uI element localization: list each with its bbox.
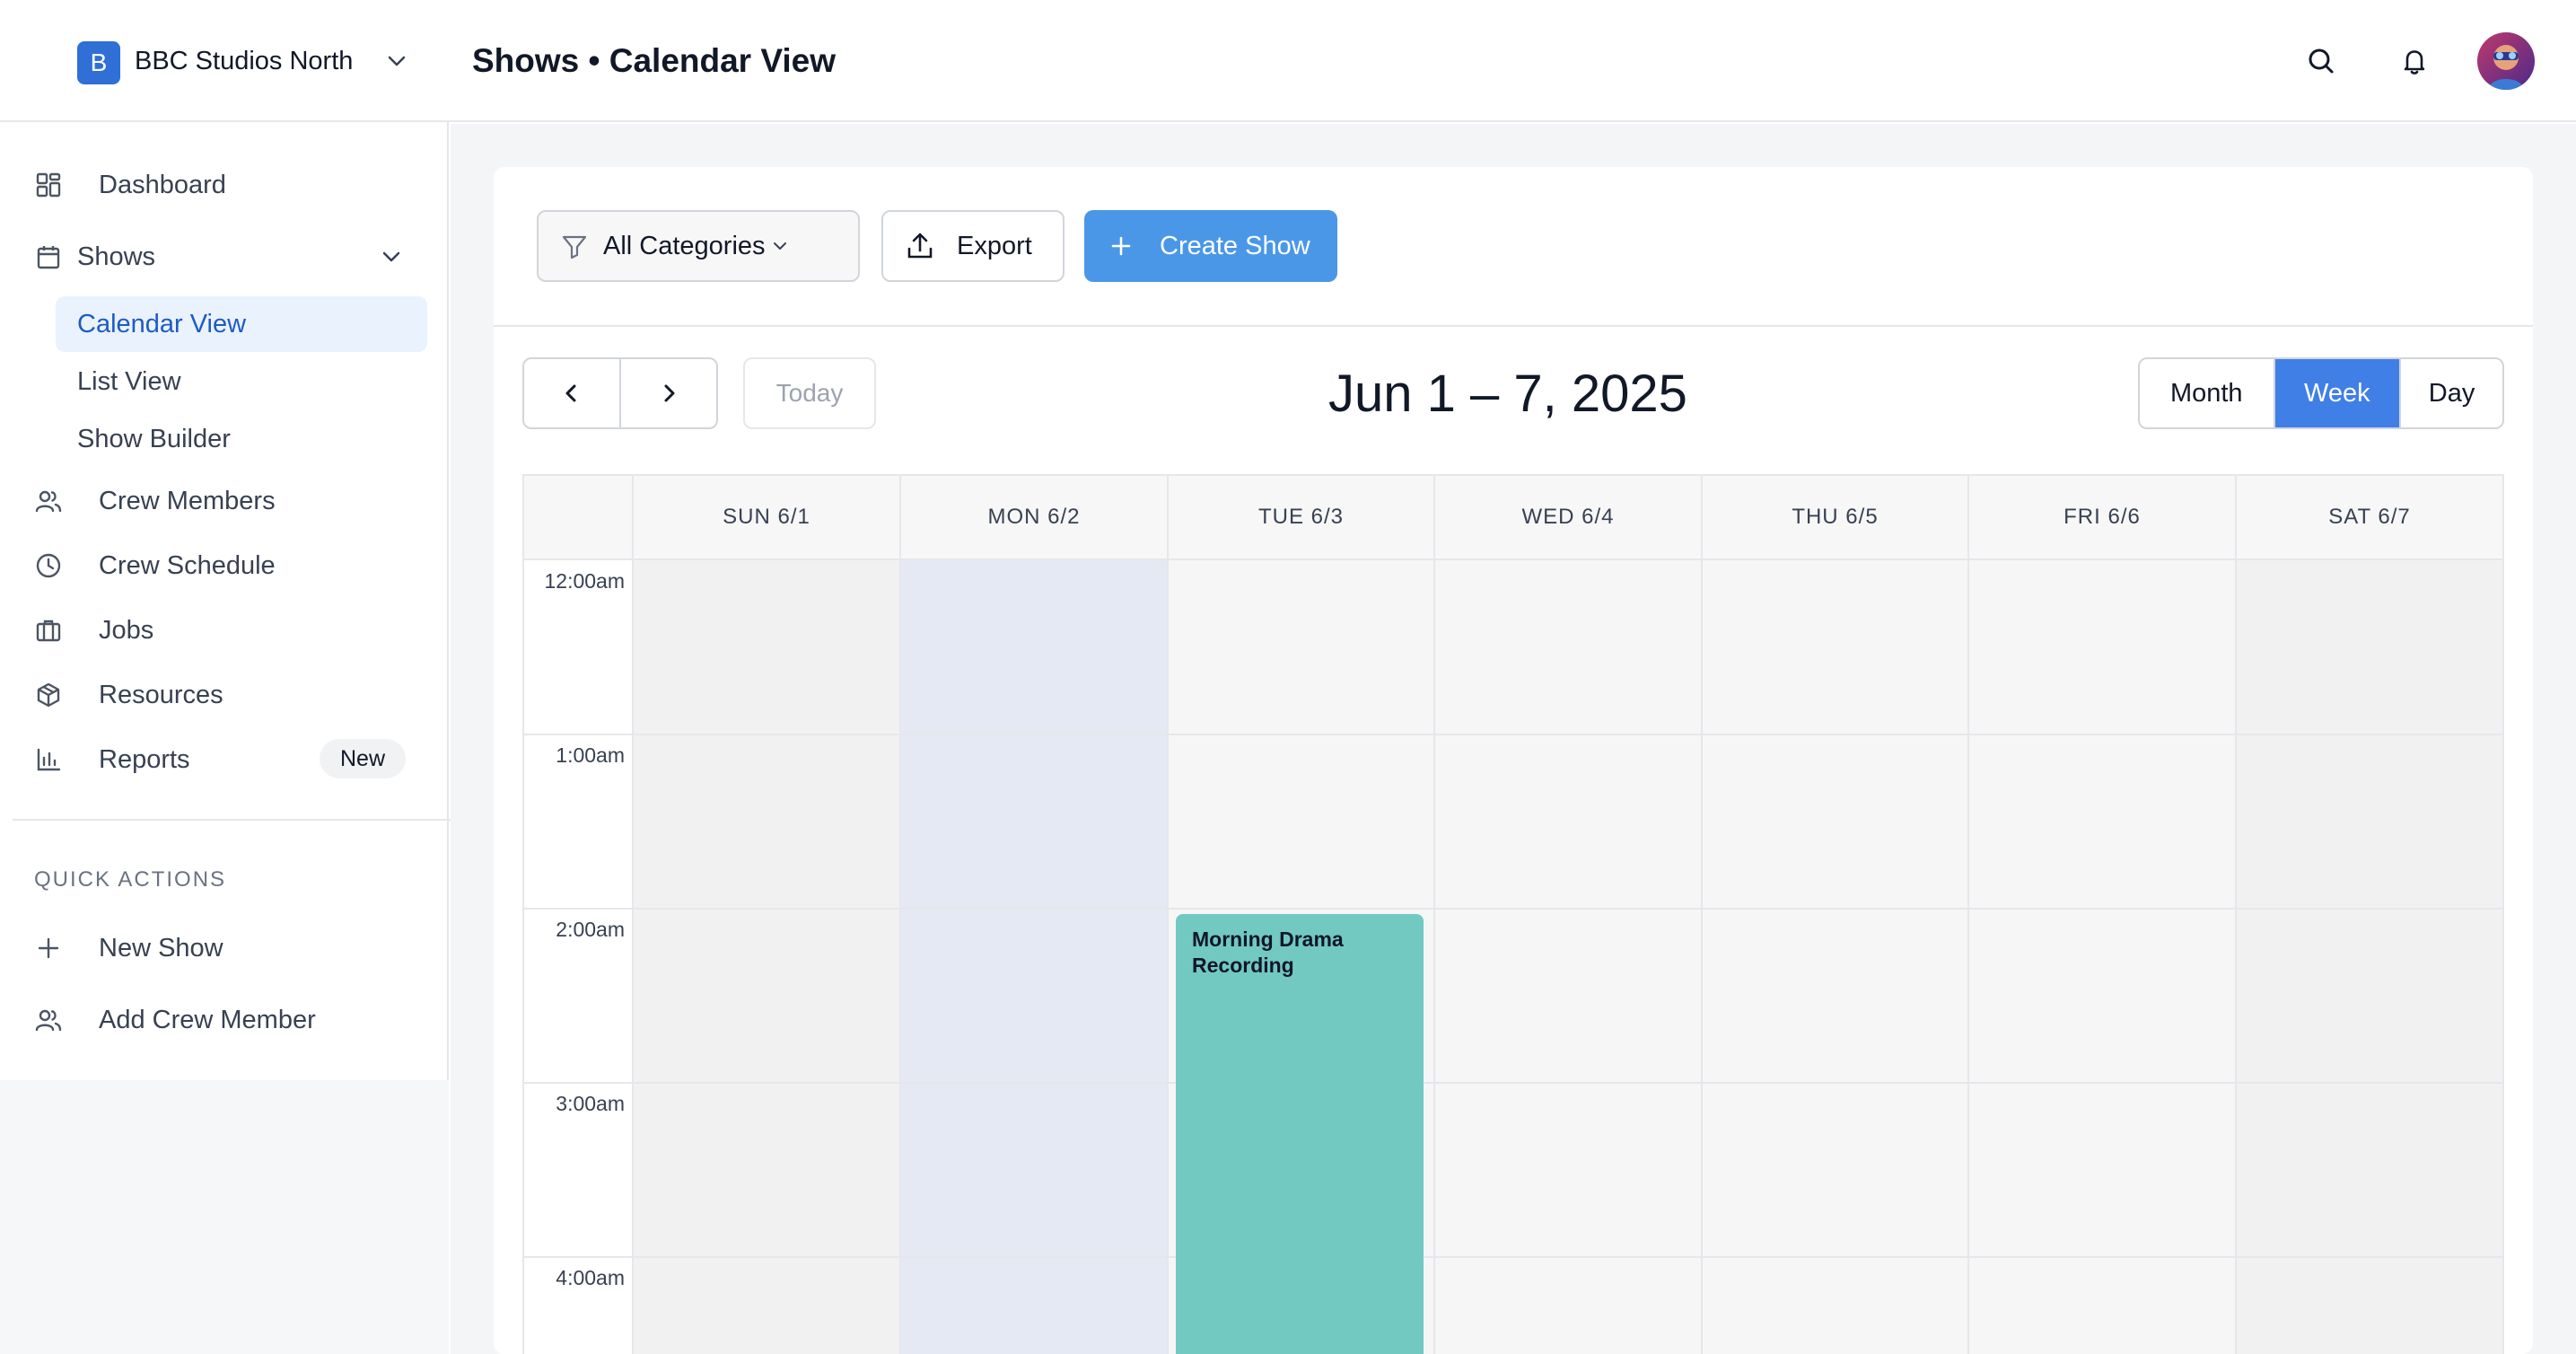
- hour-line: [524, 734, 2502, 735]
- create-show-button[interactable]: Create Show: [1084, 210, 1337, 282]
- sidebar-item-reports[interactable]: Reports: [32, 734, 190, 785]
- sidebar-item-label: Crew Members: [99, 486, 276, 515]
- sidebar-item-label: Crew Schedule: [99, 550, 276, 580]
- hour-line: [524, 1256, 2502, 1258]
- prev-week-button[interactable]: [524, 359, 619, 427]
- today-button[interactable]: Today: [743, 357, 876, 429]
- day-header: SUN 6/1: [632, 476, 899, 558]
- plus-icon: [32, 932, 65, 964]
- user-avatar[interactable]: [2477, 32, 2535, 90]
- chevron-down-icon[interactable]: [382, 47, 411, 75]
- next-week-button[interactable]: [619, 359, 716, 427]
- users-icon: [32, 1004, 65, 1036]
- sidebar-subitem-calendar-view[interactable]: Calendar View: [56, 296, 427, 352]
- sidebar-item-resources[interactable]: Resources: [32, 670, 223, 720]
- sidebar-item-label: Reports: [99, 744, 190, 774]
- upload-icon: [905, 231, 935, 261]
- hour-line: [524, 908, 2502, 910]
- clock-icon: [32, 550, 65, 582]
- sidebar-item-crew-members[interactable]: Crew Members: [32, 476, 276, 526]
- date-range-title: Jun 1 – 7, 2025: [1328, 365, 1687, 423]
- toolbar-divider: [494, 325, 2533, 327]
- day-column-sun[interactable]: [632, 560, 899, 1354]
- quick-action-new-show[interactable]: New Show: [32, 923, 223, 973]
- chevron-left-icon: [565, 384, 576, 402]
- week-calendar-grid: SUN 6/1 MON 6/2 TUE 6/3 WED 6/4 THU 6/5 …: [522, 474, 2504, 1354]
- quick-action-label: New Show: [99, 933, 223, 963]
- briefcase-icon: [32, 614, 65, 646]
- users-icon: [32, 485, 65, 517]
- day-column-thu[interactable]: [1701, 560, 1967, 1354]
- time-label: 3:00am: [556, 1092, 625, 1115]
- view-switcher: Month Week Day: [2138, 357, 2504, 429]
- day-header: THU 6/5: [1701, 476, 1967, 558]
- sidebar-item-shows[interactable]: Shows: [32, 232, 409, 282]
- new-badge: New: [320, 739, 406, 778]
- day-column-mon[interactable]: [899, 560, 1167, 1354]
- sidebar-item-label: Resources: [99, 680, 223, 709]
- bell-icon[interactable]: [2395, 41, 2434, 81]
- sidebar-item-crew-schedule[interactable]: Crew Schedule: [32, 541, 276, 591]
- export-button[interactable]: Export: [881, 210, 1065, 282]
- dashboard-icon: [32, 169, 65, 201]
- day-header: WED 6/4: [1433, 476, 1701, 558]
- day-column-fri[interactable]: [1967, 560, 2235, 1354]
- box-icon: [32, 679, 65, 711]
- chevron-down-icon: [769, 235, 791, 257]
- filter-icon: [560, 232, 589, 260]
- sidebar-item-label: Dashboard: [99, 170, 226, 199]
- quick-action-label: Add Crew Member: [99, 1005, 316, 1034]
- sidebar-item-dashboard[interactable]: Dashboard: [32, 160, 226, 210]
- sidebar-divider: [13, 819, 472, 821]
- day-column-wed[interactable]: [1433, 560, 1701, 1354]
- chevron-right-icon: [664, 384, 675, 402]
- sidebar-item-label: Shows: [77, 242, 156, 271]
- create-show-label: Create Show: [1160, 231, 1310, 260]
- chevron-down-icon: [377, 242, 406, 278]
- export-label: Export: [957, 231, 1032, 260]
- sidebar-footer-area: [0, 1080, 449, 1354]
- sidebar-subitem-list-view[interactable]: List View: [56, 354, 427, 409]
- quick-actions-heading: QUICK ACTIONS: [34, 867, 227, 892]
- day-header: FRI 6/6: [1967, 476, 2235, 558]
- search-icon[interactable]: [2301, 41, 2341, 81]
- view-day-button[interactable]: Day: [2399, 359, 2502, 427]
- time-label: 2:00am: [556, 918, 625, 941]
- sidebar-subitem-show-builder[interactable]: Show Builder: [56, 411, 427, 467]
- bar-chart-icon: [32, 743, 65, 776]
- quick-action-add-crew-member[interactable]: Add Crew Member: [32, 995, 316, 1045]
- time-label: 4:00am: [556, 1266, 625, 1289]
- time-label: 1:00am: [556, 743, 625, 767]
- day-column-sat[interactable]: [2235, 560, 2502, 1354]
- page-title: Shows • Calendar View: [472, 42, 837, 79]
- day-header: SAT 6/7: [2235, 476, 2502, 558]
- category-filter-dropdown[interactable]: All Categories: [537, 210, 860, 282]
- sidebar-item-label: Jobs: [99, 615, 154, 645]
- org-logo-badge[interactable]: B: [77, 41, 120, 84]
- view-month-button[interactable]: Month: [2140, 359, 2274, 427]
- hour-line: [524, 1082, 2502, 1084]
- calendar-nav-group: [522, 357, 718, 429]
- day-header: TUE 6/3: [1167, 476, 1433, 558]
- view-week-button[interactable]: Week: [2273, 359, 2400, 427]
- plus-icon: [1108, 233, 1135, 259]
- day-header: MON 6/2: [899, 476, 1167, 558]
- event-morning-drama-recording[interactable]: Morning Drama Recording: [1176, 914, 1424, 1354]
- org-switcher-name[interactable]: BBC Studios North: [135, 43, 353, 79]
- sidebar-item-jobs[interactable]: Jobs: [32, 605, 153, 655]
- time-label: 12:00am: [544, 569, 625, 593]
- calendar-icon: [32, 241, 65, 273]
- time-gutter: [524, 560, 632, 1354]
- filter-label: All Categories: [603, 231, 766, 260]
